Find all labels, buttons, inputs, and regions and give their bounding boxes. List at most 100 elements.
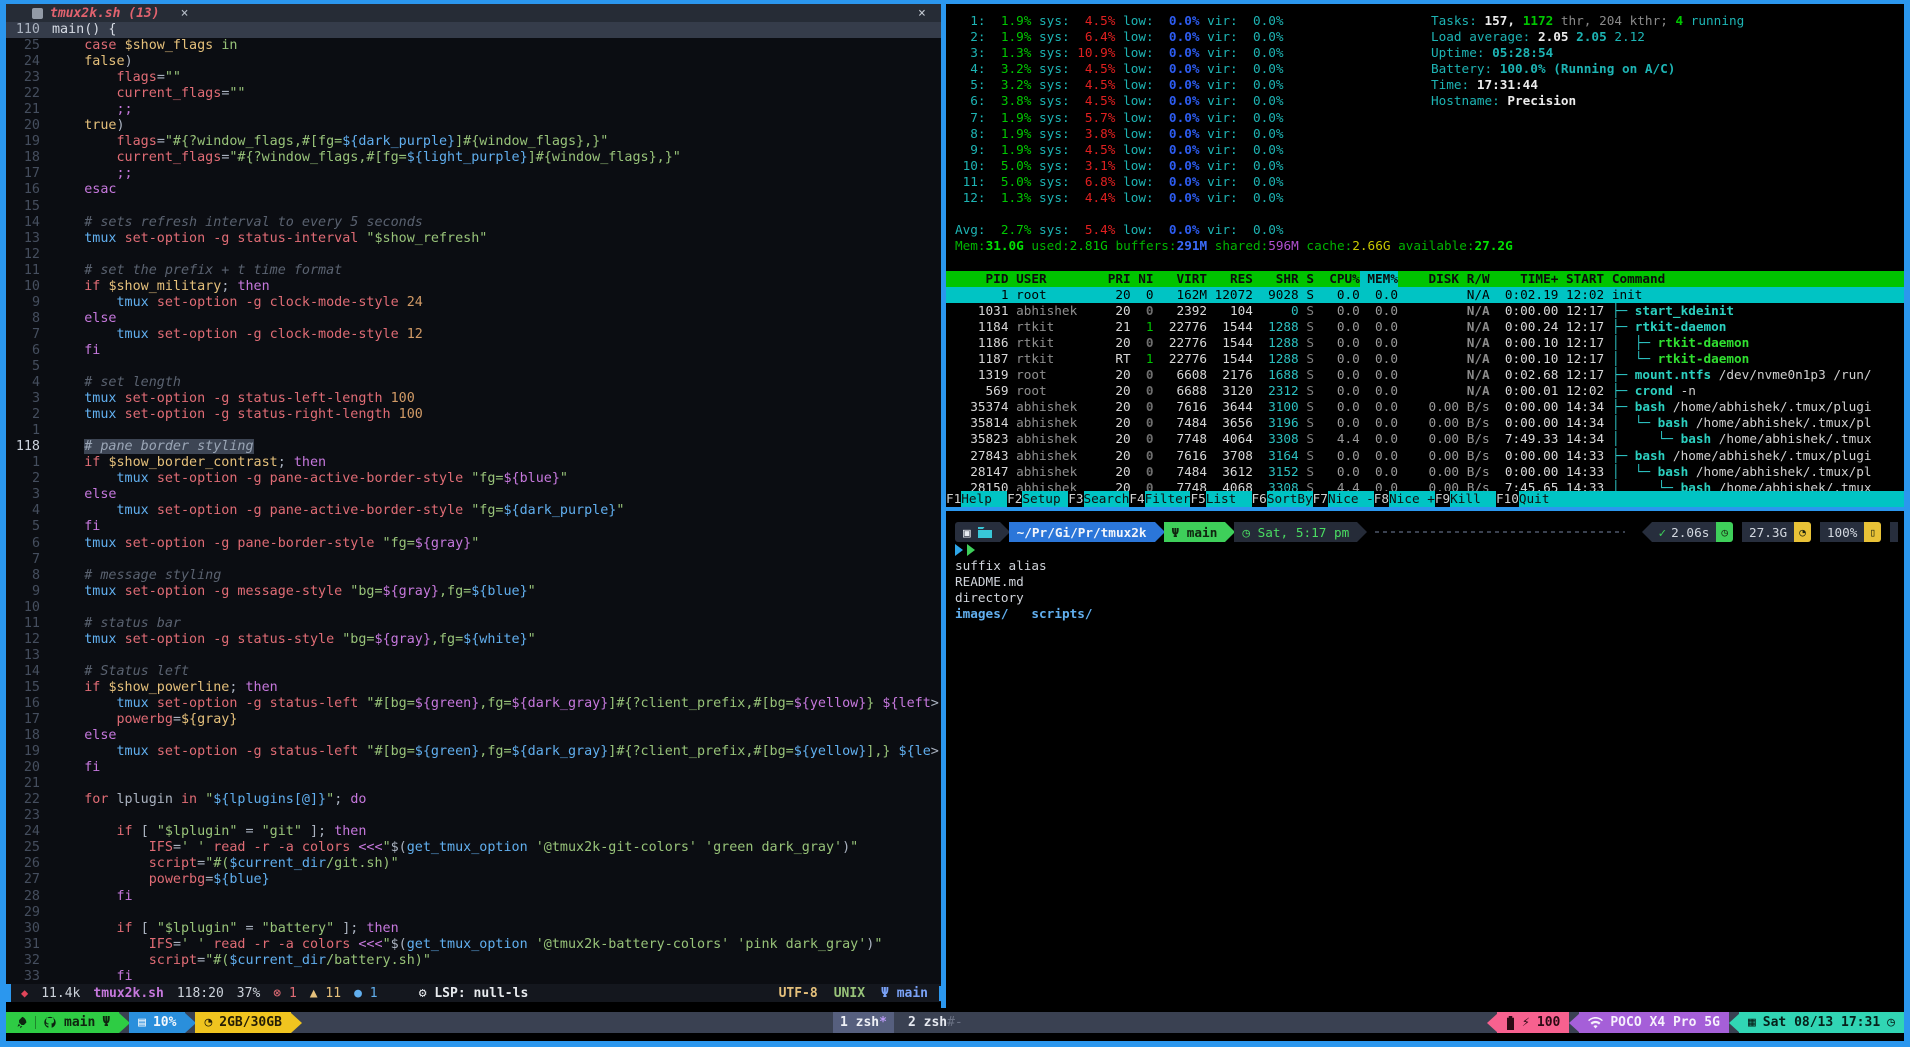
editor-line[interactable]: 11 # set the prefix + t time format [6,263,941,279]
fkey-label-F2[interactable]: Setup [1022,491,1068,507]
editor-line[interactable]: 31 IFS=' ' read -r -a colors <<<"$(get_t… [6,937,941,953]
editor-pane[interactable]: tmux2k.sh (13) × × 110main() {25 case $s… [6,4,941,1002]
editor-line[interactable]: 3 tmux set-option -g status-left-length … [6,391,941,407]
column-header-mem[interactable]: MEM% [1360,271,1398,287]
fkey-F10[interactable]: F10 [1496,491,1519,507]
editor-line[interactable]: 22 current_flags="" [6,86,941,102]
editor-line[interactable]: 28 fi [6,889,941,905]
editor-line[interactable]: 17 ;; [6,166,941,182]
tabline-close-icon[interactable]: × [918,6,926,21]
editor-line[interactable]: 8 else [6,311,941,327]
fkey-label-F5[interactable]: List [1206,491,1252,507]
editor-line[interactable]: 9 tmux set-option -g clock-mode-style 24 [6,295,941,311]
editor-line[interactable]: 6 tmux set-option -g pane-border-style "… [6,536,941,552]
editor-line[interactable]: 9 tmux set-option -g message-style "bg=$… [6,584,941,600]
fkey-F8[interactable]: F8 [1374,491,1389,507]
buffer-close-icon[interactable]: × [181,6,189,21]
process-row[interactable]: 35374abhishek200761636443100S0.00.00.00 … [946,399,1904,415]
column-header-res[interactable]: RES [1207,271,1253,287]
editor-line[interactable]: 20 true) [6,118,941,134]
editor-line[interactable]: 7 tmux set-option -g clock-mode-style 12 [6,327,941,343]
editor-line[interactable]: 13 tmux set-option -g status-interval "$… [6,231,941,247]
editor-line[interactable]: 26 script="#($current_dir/git.sh)" [6,856,941,872]
editor-line[interactable]: 1 [6,423,941,439]
editor-line[interactable]: 12 tmux set-option -g status-style "bg=$… [6,632,941,648]
process-table-header[interactable]: PIDUSERPRINIVIRTRESSHRSCPU%MEM%DISK R/WT… [946,271,1904,287]
editor-line[interactable]: 15 [6,199,941,215]
editor-line[interactable]: 27 powerbg=${blue} [6,872,941,888]
fkey-label-F4[interactable]: Filter [1145,491,1191,507]
process-row[interactable]: 1187rtkitRT12277615441288S0.00.0N/A0:00.… [946,351,1904,367]
process-row[interactable]: 1186rtkit2002277615441288S0.00.0N/A0:00.… [946,335,1904,351]
editor-line[interactable]: 15 if $show_powerline; then [6,680,941,696]
editor-line[interactable]: 2 tmux set-option -g status-right-length… [6,407,941,423]
process-table[interactable]: PIDUSERPRINIVIRTRESSHRSCPU%MEM%DISK R/WT… [946,254,1904,495]
editor-line[interactable]: 13 [6,648,941,664]
editor-line[interactable]: 11 # status bar [6,616,941,632]
editor-line[interactable]: 32 script="#($current_dir/battery.sh)" [6,953,941,969]
column-header-cmd[interactable]: Command [1604,271,1904,287]
process-row[interactable]: 27843abhishek200761637083164S0.00.00.00 … [946,448,1904,464]
editor-line[interactable]: 110main() { [6,22,941,38]
column-header-pri[interactable]: PRI [1100,271,1131,287]
fkey-label-F7[interactable]: Nice - [1328,491,1374,507]
editor-line[interactable]: 4 tmux set-option -g pane-active-border-… [6,503,941,519]
column-header-user[interactable]: USER [1008,271,1100,287]
editor-line[interactable]: 30 if [ "$lplugin" = "battery" ]; then [6,921,941,937]
editor-line[interactable]: 16 tmux set-option -g status-left "#[bg=… [6,696,941,712]
editor-line[interactable]: 18 else [6,728,941,744]
process-row[interactable]: 1184rtkit2112277615441288S0.00.0N/A0:00.… [946,319,1904,335]
editor-line[interactable]: 12 [6,247,941,263]
htop-pane[interactable]: 1: 1.9% sys: 4.5% low: 0.0% vir: 0.0% 2:… [946,4,1904,507]
session-segment[interactable]: main Ψ [6,1012,119,1033]
column-header-disk[interactable]: DISK R/W [1398,271,1490,287]
directory-entry[interactable]: images/ [955,606,1008,621]
fkey-F3[interactable]: F3 [1068,491,1083,507]
fkey-F6[interactable]: F6 [1252,491,1267,507]
editor-line[interactable]: 14 # Status left [6,664,941,680]
fkey-F5[interactable]: F5 [1190,491,1205,507]
editor-line[interactable]: 10 if $show_military; then [6,279,941,295]
fkey-label-F10[interactable]: Quit [1519,491,1565,507]
editor-line[interactable]: 24 false) [6,54,941,70]
editor-line[interactable]: 118 # pane border styling [6,439,941,455]
editor-line[interactable]: 25 IFS=' ' read -r -a colors <<<"$(get_t… [6,840,941,856]
editor-line[interactable]: 21 ;; [6,102,941,118]
fkey-label-F1[interactable]: Help [961,491,1007,507]
column-header-start[interactable]: START [1558,271,1604,287]
process-row[interactable]: 1319root200660821761688S0.00.0N/A0:02.68… [946,367,1904,383]
editor-line[interactable]: 1 if $show_border_contrast; then [6,455,941,471]
directory-entry[interactable]: scripts/ [1031,606,1092,621]
process-row[interactable]: 28147abhishek200748436123152S0.00.00.00 … [946,464,1904,480]
editor-line[interactable]: 24 if [ "$lplugin" = "git" ]; then [6,824,941,840]
process-row[interactable]: 1root200162M120729028S0.00.0N/A0:02.1912… [946,287,1904,303]
column-header-shr[interactable]: SHR [1253,271,1299,287]
editor-line[interactable]: 19 flags="#{?window_flags,#[fg=${dark_pu… [6,134,941,150]
process-row[interactable]: 1031abhishek20023921040S0.00.0N/A0:00.00… [946,303,1904,319]
editor-code-area[interactable]: 110main() {25 case $show_flags in24 fals… [6,22,941,985]
terminal-pane[interactable]: ▣ ~/Pr/Gi/Pr/tmux2k Ψ main ◷ Sat, 5:17 p… [946,511,1904,1008]
fkey-F7[interactable]: F7 [1313,491,1328,507]
column-header-ni[interactable]: NI [1131,271,1154,287]
fkey-label-F8[interactable]: Nice + [1389,491,1435,507]
column-header-virt[interactable]: VIRT [1154,271,1207,287]
editor-line[interactable]: 8 # message styling [6,568,941,584]
editor-line[interactable]: 23 [6,808,941,824]
fkey-F1[interactable]: F1 [946,491,961,507]
process-row[interactable]: 35823abhishek200774840643308S4.40.00.00 … [946,431,1904,447]
editor-line[interactable]: 2 tmux set-option -g pane-active-border-… [6,471,941,487]
editor-line[interactable]: 18 current_flags="#{?window_flags,#[fg=$… [6,150,941,166]
column-header-pid[interactable]: PID [955,271,1008,287]
editor-line[interactable]: 3 else [6,487,941,503]
buffer-tab[interactable]: tmux2k.sh (13) × [6,4,188,22]
editor-line[interactable]: 4 # set length [6,375,941,391]
fkey-F9[interactable]: F9 [1435,491,1450,507]
fkey-label-F9[interactable]: Kill [1450,491,1496,507]
editor-line[interactable]: 23 flags="" [6,70,941,86]
editor-line[interactable]: 21 [6,776,941,792]
fkey-label-F3[interactable]: Search [1084,491,1130,507]
htop-function-key-bar[interactable]: F1Help F2Setup F3SearchF4FilterF5List F6… [946,491,1904,507]
window-tab[interactable]: 2 zsh#- [908,1015,963,1030]
column-header-s[interactable]: S [1299,271,1314,287]
editor-line[interactable]: 33 fi [6,969,941,985]
